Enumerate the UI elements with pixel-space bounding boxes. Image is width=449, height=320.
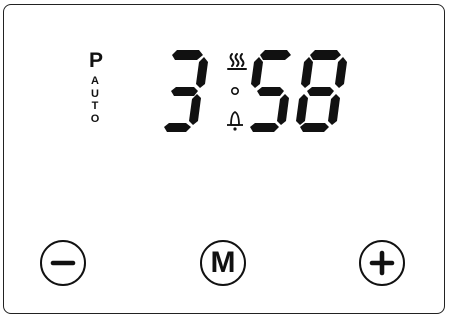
alarm-bell-icon [227, 111, 243, 131]
heat-icon [227, 53, 247, 70]
auto-mode-indicator: A U T O [89, 75, 101, 125]
minute-units-digit [296, 50, 347, 132]
minus-icon [50, 260, 76, 266]
auto-letter-u: U [91, 87, 99, 100]
decrease-button[interactable] [40, 240, 86, 286]
time-display [164, 50, 347, 132]
hour-digit [164, 50, 208, 132]
increase-button[interactable] [359, 240, 405, 286]
colon-dot [231, 86, 240, 95]
auto-letter-t: T [91, 100, 99, 112]
mode-button[interactable]: M [200, 240, 246, 286]
program-mode-indicator: P [88, 49, 103, 72]
minute-tens-digit [250, 50, 291, 132]
auto-letter-a: A [91, 75, 99, 87]
plus-icon [369, 250, 395, 276]
auto-letter-o: O [90, 112, 100, 125]
mode-button-label: M [210, 246, 236, 279]
